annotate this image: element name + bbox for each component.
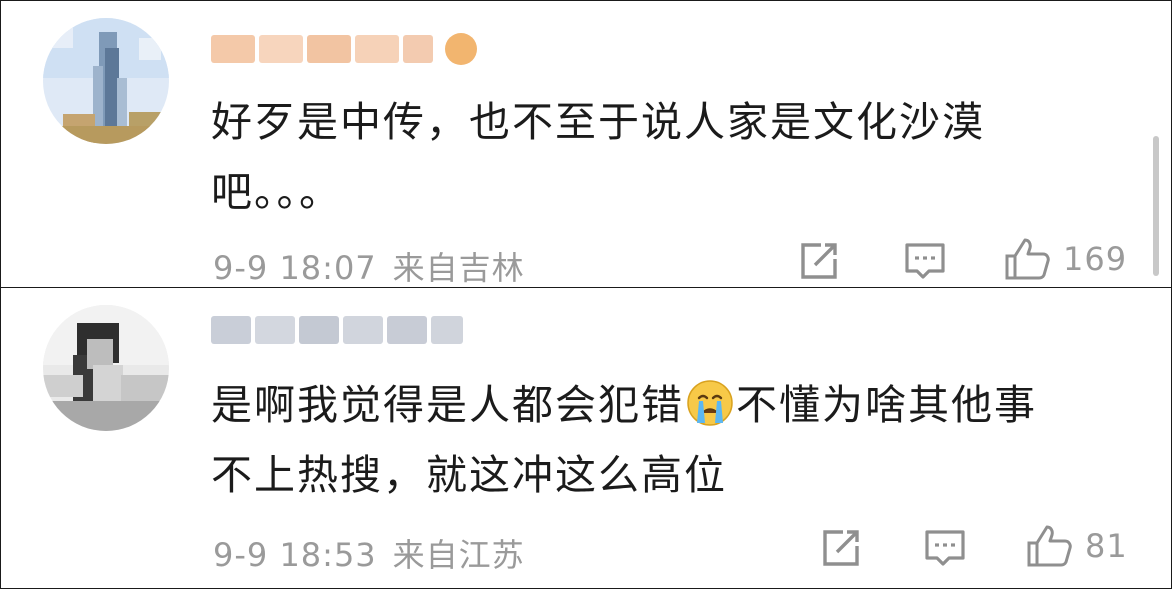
username[interactable] (211, 31, 481, 67)
username[interactable] (211, 312, 466, 348)
username-redacted (299, 316, 339, 344)
crying-face-emoji (687, 380, 733, 426)
comment-item: 好歹是中传，也不至于说人家是文化沙漠 吧。。。 9-9 18:07 来自吉林 1… (1, 1, 1171, 287)
username-redacted (211, 316, 251, 344)
user-avatar[interactable] (43, 18, 169, 144)
comment-text-segment: 不懂为啥其他事 (736, 381, 1037, 429)
comment-button[interactable] (923, 526, 967, 570)
share-icon (801, 243, 837, 279)
username-redacted (255, 316, 295, 344)
comment-meta: 9-9 18:07 来自吉林 (213, 243, 541, 289)
username-redacted (343, 316, 383, 344)
comment-text-line: 不上热搜，就这冲这么高位 (211, 451, 727, 499)
share-icon (823, 530, 859, 566)
thumbs-up-icon (1005, 238, 1050, 280)
comment-location: 来自吉林 (392, 249, 525, 287)
share-button[interactable] (797, 239, 841, 283)
comment-icon (905, 243, 945, 279)
comment-meta: 9-9 18:53 来自江苏 (213, 530, 541, 576)
user-badge-icon (445, 33, 477, 65)
comment-text-line: 好歹是中传，也不至于说人家是文化沙漠 (211, 98, 985, 146)
comment-item: 是啊我觉得是人都会犯错 不懂为啥其他事 不上热搜，就这冲这么高位 9-9 18:… (1, 288, 1171, 588)
username-redacted (387, 316, 427, 344)
comment-location: 来自江苏 (392, 536, 525, 574)
comments-panel: 好歹是中传，也不至于说人家是文化沙漠 吧。。。 9-9 18:07 来自吉林 1… (0, 0, 1172, 589)
username-redacted (211, 35, 255, 63)
like-count: 81 (1085, 527, 1128, 565)
username-redacted (307, 35, 351, 63)
comment-text-line: 是啊我觉得是人都会犯错 不懂为啥其他事 (211, 370, 1111, 440)
like-count: 169 (1063, 240, 1128, 278)
username-redacted (431, 316, 463, 344)
comment-date: 9-9 18:07 (213, 249, 377, 287)
comment-text: 是啊我觉得是人都会犯错 不懂为啥其他事 不上热搜，就这冲这么高位 (211, 370, 1111, 510)
comment-text-line: 吧。。。 (211, 168, 342, 216)
like-button[interactable]: 169 (1003, 237, 1127, 281)
username-redacted (259, 35, 303, 63)
thumbs-up-icon (1027, 525, 1072, 567)
share-button[interactable] (819, 526, 863, 570)
comment-date: 9-9 18:53 (213, 536, 377, 574)
comment-button[interactable] (903, 239, 947, 283)
comment-text-segment: 是啊我觉得是人都会犯错 (211, 381, 684, 429)
user-avatar[interactable] (43, 305, 169, 431)
comment-icon (925, 530, 965, 566)
comment-text: 好歹是中传，也不至于说人家是文化沙漠 吧。。。 (211, 87, 1111, 227)
like-button[interactable]: 81 (1025, 524, 1128, 568)
username-redacted (355, 35, 399, 63)
scrollbar[interactable] (1153, 136, 1159, 276)
username-redacted (403, 35, 433, 63)
